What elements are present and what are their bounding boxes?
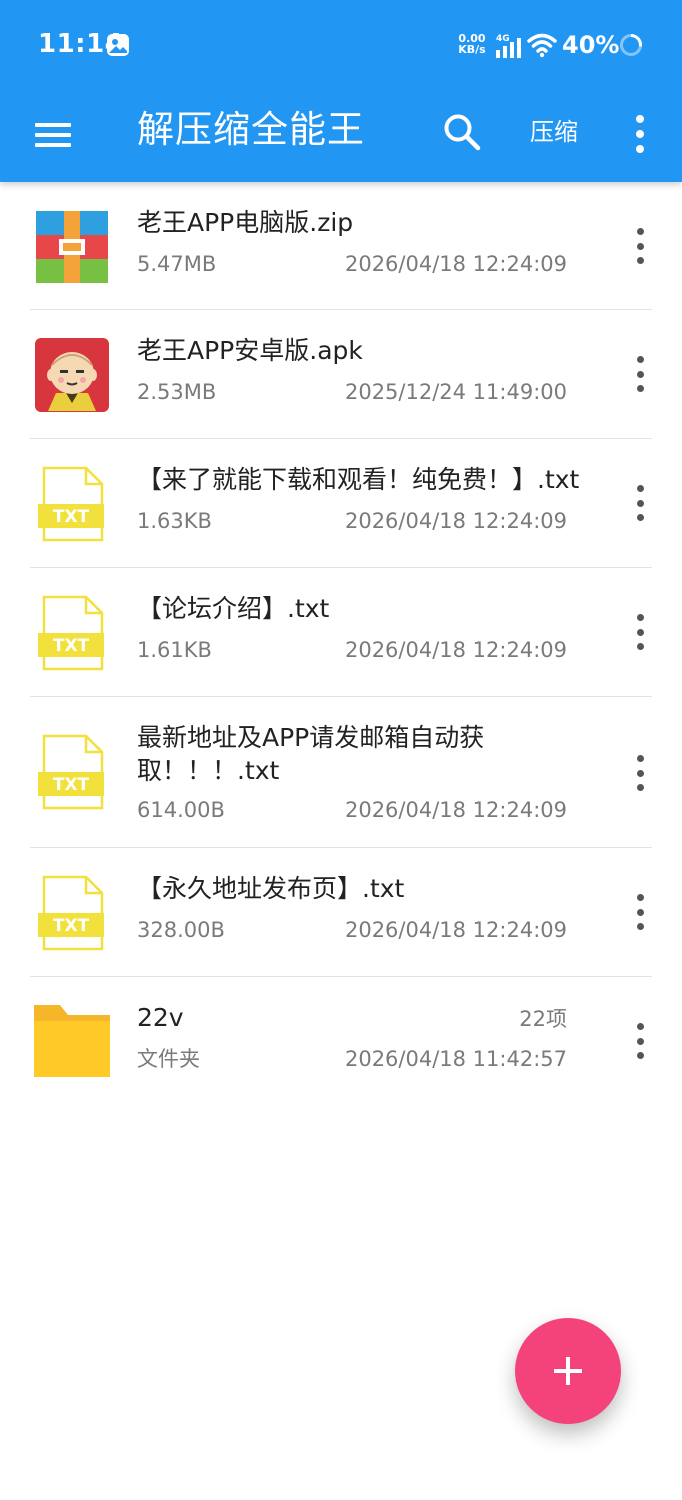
item-more-icon[interactable] xyxy=(622,350,658,398)
item-more-icon[interactable] xyxy=(622,749,658,797)
item-more-icon[interactable] xyxy=(622,222,658,270)
item-more-icon[interactable] xyxy=(622,888,658,936)
menu-icon[interactable] xyxy=(26,108,80,162)
more-vert-icon[interactable] xyxy=(620,106,660,162)
txt-file-icon: TXT xyxy=(38,466,104,542)
file-date: 2026/04/18 12:24:09 xyxy=(344,252,567,276)
list-item[interactable]: TXT 【永久地址发布页】.txt 328.00B 2026/04/18 12:… xyxy=(0,848,682,977)
app-bar: 解压缩全能王 压缩 xyxy=(0,92,682,182)
file-size: 5.47MB xyxy=(137,252,217,276)
app-title: 解压缩全能王 xyxy=(137,108,365,151)
file-name: 【永久地址发布页】.txt xyxy=(137,874,405,903)
item-more-icon[interactable] xyxy=(622,479,658,527)
file-name-line-2: 取！！！.txt xyxy=(137,756,280,785)
file-date: 2026/04/18 12:24:09 xyxy=(344,638,567,662)
network-speed: 0.00 KB/s xyxy=(458,32,486,56)
plus-icon xyxy=(554,1357,582,1385)
txt-file-icon: TXT xyxy=(38,875,104,951)
gallery-notification-icon xyxy=(107,34,129,56)
battery-percent: 40% xyxy=(562,31,620,59)
file-name: 【来了就能下载和观看！纯免费！】.txt xyxy=(137,465,580,494)
file-date: 2026/04/18 12:24:09 xyxy=(344,509,567,533)
app-avatar-icon xyxy=(35,338,109,412)
file-list: 老王APP电脑版.zip 5.47MB 2026/04/18 12:24:09 … xyxy=(0,182,682,1106)
compress-button[interactable]: 压缩 xyxy=(520,112,588,152)
list-item[interactable]: 老王APP安卓版.apk 2.53MB 2025/12/24 11:49:00 xyxy=(0,310,682,439)
file-size: 328.00B xyxy=(137,918,225,942)
file-date: 2026/04/18 11:42:57 xyxy=(344,1047,567,1071)
file-name: 【论坛介绍】.txt xyxy=(137,594,330,623)
search-icon[interactable] xyxy=(436,106,488,158)
wifi-icon xyxy=(527,33,557,58)
txt-file-icon: TXT xyxy=(38,734,104,810)
txt-icon-label: TXT xyxy=(53,636,90,656)
header: 11:14 0.00 KB/s 4G 40% 解压缩全能王 压缩 xyxy=(0,0,682,182)
zip-archive-icon xyxy=(36,211,108,283)
txt-file-icon: TXT xyxy=(38,595,104,671)
txt-icon-label: TXT xyxy=(53,916,90,936)
list-item[interactable]: TXT 【论坛介绍】.txt 1.61KB 2026/04/18 12:24:0… xyxy=(0,568,682,697)
cell-signal-icon: 4G xyxy=(496,34,521,58)
item-more-icon[interactable] xyxy=(622,608,658,656)
file-date: 2026/04/18 12:24:09 xyxy=(344,798,567,822)
network-type-label: 4G xyxy=(496,34,510,44)
list-item[interactable]: TXT 【来了就能下载和观看！纯免费！】.txt 1.63KB 2026/04/… xyxy=(0,439,682,568)
folder-item-count: 22项 xyxy=(519,1007,567,1031)
battery-icon xyxy=(620,34,642,56)
txt-icon-label: TXT xyxy=(53,775,90,795)
folder-icon xyxy=(34,1005,110,1077)
file-name: 老王APP电脑版.zip xyxy=(137,208,354,237)
status-bar: 11:14 0.00 KB/s 4G 40% xyxy=(0,0,682,92)
folder-kind: 文件夹 xyxy=(137,1047,200,1071)
folder-name: 22v xyxy=(137,1003,184,1032)
file-name: 老王APP安卓版.apk xyxy=(137,336,363,365)
list-item[interactable]: TXT 最新地址及APP请发邮箱自动获 取！！！.txt 614.00B 202… xyxy=(0,697,682,848)
file-size: 1.61KB xyxy=(137,638,212,662)
file-size: 2.53MB xyxy=(137,380,217,404)
list-item[interactable]: 老王APP电脑版.zip 5.47MB 2026/04/18 12:24:09 xyxy=(0,182,682,310)
file-name-line-1: 最新地址及APP请发邮箱自动获 xyxy=(137,723,485,752)
item-more-icon[interactable] xyxy=(622,1017,658,1065)
file-size: 1.63KB xyxy=(137,509,212,533)
file-date: 2025/12/24 11:49:00 xyxy=(344,380,567,404)
txt-icon-label: TXT xyxy=(53,507,90,527)
file-size: 614.00B xyxy=(137,798,225,822)
file-date: 2026/04/18 12:24:09 xyxy=(344,918,567,942)
add-fab-button[interactable] xyxy=(515,1318,621,1424)
list-item[interactable]: 22v 22项 文件夹 2026/04/18 11:42:57 xyxy=(0,977,682,1106)
